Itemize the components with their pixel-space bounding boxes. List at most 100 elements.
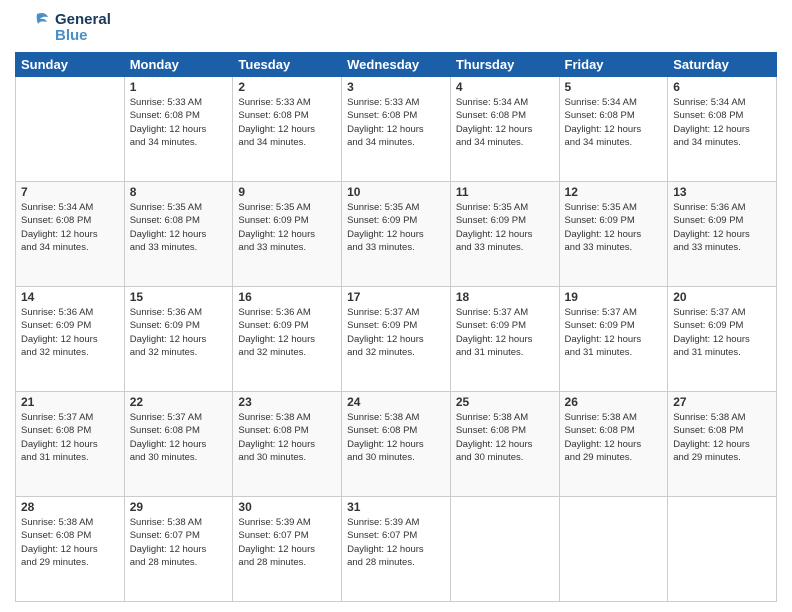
day-number: 29 [130, 500, 228, 514]
day-cell: 13 Sunrise: 5:36 AM Sunset: 6:09 PM Dayli… [668, 182, 777, 287]
day-cell: 17 Sunrise: 5:37 AM Sunset: 6:09 PM Dayli… [342, 287, 451, 392]
day-cell: 22 Sunrise: 5:37 AM Sunset: 6:08 PM Dayli… [124, 392, 233, 497]
day-cell: 18 Sunrise: 5:37 AM Sunset: 6:09 PM Dayli… [450, 287, 559, 392]
week-row-2: 14 Sunrise: 5:36 AM Sunset: 6:09 PM Dayli… [16, 287, 777, 392]
day-info: Sunrise: 5:34 AM Sunset: 6:08 PM Dayligh… [21, 201, 119, 254]
day-cell: 27 Sunrise: 5:38 AM Sunset: 6:08 PM Dayli… [668, 392, 777, 497]
col-wednesday: Wednesday [342, 53, 451, 77]
day-cell: 28 Sunrise: 5:38 AM Sunset: 6:08 PM Dayli… [16, 497, 125, 602]
day-cell: 1Sunrise: 5:33 AM Sunset: 6:08 PM Daylig… [124, 77, 233, 182]
day-number: 14 [21, 290, 119, 304]
day-info: Sunrise: 5:38 AM Sunset: 6:08 PM Dayligh… [673, 411, 771, 464]
week-row-1: 7 Sunrise: 5:34 AM Sunset: 6:08 PM Daylig… [16, 182, 777, 287]
day-info: Sunrise: 5:39 AM Sunset: 6:07 PM Dayligh… [238, 516, 336, 569]
logo-svg [15, 10, 51, 46]
day-info: Sunrise: 5:33 AM Sunset: 6:08 PM Dayligh… [238, 96, 336, 149]
day-cell: 19 Sunrise: 5:37 AM Sunset: 6:09 PM Dayli… [559, 287, 668, 392]
day-info: Sunrise: 5:36 AM Sunset: 6:09 PM Dayligh… [21, 306, 119, 359]
day-info: Sunrise: 5:35 AM Sunset: 6:09 PM Dayligh… [347, 201, 445, 254]
day-cell: 16 Sunrise: 5:36 AM Sunset: 6:09 PM Dayli… [233, 287, 342, 392]
day-number: 6 [673, 80, 771, 94]
day-number: 28 [21, 500, 119, 514]
day-cell [16, 77, 125, 182]
day-number: 22 [130, 395, 228, 409]
day-cell: 31Sunrise: 5:39 AM Sunset: 6:07 PM Dayli… [342, 497, 451, 602]
day-number: 27 [673, 395, 771, 409]
header: General Blue [15, 10, 777, 46]
day-cell: 14 Sunrise: 5:36 AM Sunset: 6:09 PM Dayli… [16, 287, 125, 392]
day-info: Sunrise: 5:36 AM Sunset: 6:09 PM Dayligh… [673, 201, 771, 254]
day-info: Sunrise: 5:36 AM Sunset: 6:09 PM Dayligh… [238, 306, 336, 359]
day-number: 13 [673, 185, 771, 199]
day-cell: 29 Sunrise: 5:38 AM Sunset: 6:07 PM Dayli… [124, 497, 233, 602]
day-number: 9 [238, 185, 336, 199]
calendar-header-row: Sunday Monday Tuesday Wednesday Thursday… [16, 53, 777, 77]
day-number: 24 [347, 395, 445, 409]
day-cell: 25 Sunrise: 5:38 AM Sunset: 6:08 PM Dayli… [450, 392, 559, 497]
day-cell: 26Sunrise: 5:38 AM Sunset: 6:08 PM Dayli… [559, 392, 668, 497]
day-cell: 8Sunrise: 5:35 AM Sunset: 6:08 PM Daylig… [124, 182, 233, 287]
day-number: 21 [21, 395, 119, 409]
day-number: 7 [21, 185, 119, 199]
day-info: Sunrise: 5:37 AM Sunset: 6:09 PM Dayligh… [673, 306, 771, 359]
week-row-0: 1 Sunrise: 5:33 AM Sunset: 6:08 PM Daylig… [16, 77, 777, 182]
day-info: Sunrise: 5:39 AM Sunset: 6:07 PM Dayligh… [347, 516, 445, 569]
day-cell: 9 Sunrise: 5:35 AM Sunset: 6:09 PM Daylig… [233, 182, 342, 287]
day-info: Sunrise: 5:34 AM Sunset: 6:08 PM Dayligh… [456, 96, 554, 149]
logo-blue: Blue [55, 28, 111, 45]
day-number: 12 [565, 185, 663, 199]
day-info: Sunrise: 5:38 AM Sunset: 6:08 PM Dayligh… [347, 411, 445, 464]
day-number: 20 [673, 290, 771, 304]
day-cell [668, 497, 777, 602]
day-info: Sunrise: 5:35 AM Sunset: 6:09 PM Dayligh… [238, 201, 336, 254]
day-info: Sunrise: 5:37 AM Sunset: 6:09 PM Dayligh… [456, 306, 554, 359]
day-number: 18 [456, 290, 554, 304]
day-info: Sunrise: 5:37 AM Sunset: 6:09 PM Dayligh… [565, 306, 663, 359]
day-info: Sunrise: 5:38 AM Sunset: 6:08 PM Dayligh… [456, 411, 554, 464]
day-cell: 7 Sunrise: 5:34 AM Sunset: 6:08 PM Daylig… [16, 182, 125, 287]
day-number: 4 [456, 80, 554, 94]
day-info: Sunrise: 5:38 AM Sunset: 6:08 PM Dayligh… [565, 411, 663, 464]
day-cell: 24 Sunrise: 5:38 AM Sunset: 6:08 PM Dayli… [342, 392, 451, 497]
day-number: 3 [347, 80, 445, 94]
day-info: Sunrise: 5:38 AM Sunset: 6:08 PM Dayligh… [21, 516, 119, 569]
logo-general: General [55, 12, 111, 29]
day-number: 17 [347, 290, 445, 304]
col-thursday: Thursday [450, 53, 559, 77]
day-number: 8 [130, 185, 228, 199]
day-info: Sunrise: 5:35 AM Sunset: 6:09 PM Dayligh… [565, 201, 663, 254]
col-tuesday: Tuesday [233, 53, 342, 77]
day-cell: 4 Sunrise: 5:34 AM Sunset: 6:08 PM Daylig… [450, 77, 559, 182]
day-cell: 12 Sunrise: 5:35 AM Sunset: 6:09 PM Dayli… [559, 182, 668, 287]
day-number: 5 [565, 80, 663, 94]
day-number: 2 [238, 80, 336, 94]
day-cell: 11Sunrise: 5:35 AM Sunset: 6:09 PM Dayli… [450, 182, 559, 287]
col-friday: Friday [559, 53, 668, 77]
week-row-3: 21 Sunrise: 5:37 AM Sunset: 6:08 PM Dayli… [16, 392, 777, 497]
day-number: 19 [565, 290, 663, 304]
day-cell: 5 Sunrise: 5:34 AM Sunset: 6:08 PM Daylig… [559, 77, 668, 182]
day-cell: 30Sunrise: 5:39 AM Sunset: 6:07 PM Dayli… [233, 497, 342, 602]
day-info: Sunrise: 5:38 AM Sunset: 6:08 PM Dayligh… [238, 411, 336, 464]
day-number: 1 [130, 80, 228, 94]
col-saturday: Saturday [668, 53, 777, 77]
day-info: Sunrise: 5:37 AM Sunset: 6:09 PM Dayligh… [347, 306, 445, 359]
day-info: Sunrise: 5:34 AM Sunset: 6:08 PM Dayligh… [565, 96, 663, 149]
day-number: 10 [347, 185, 445, 199]
day-cell [450, 497, 559, 602]
day-cell: 3 Sunrise: 5:33 AM Sunset: 6:08 PM Daylig… [342, 77, 451, 182]
page: General Blue Sunday Monday Tuesday Wedne… [0, 0, 792, 612]
day-info: Sunrise: 5:38 AM Sunset: 6:07 PM Dayligh… [130, 516, 228, 569]
day-number: 16 [238, 290, 336, 304]
day-info: Sunrise: 5:35 AM Sunset: 6:09 PM Dayligh… [456, 201, 554, 254]
day-number: 25 [456, 395, 554, 409]
day-info: Sunrise: 5:36 AM Sunset: 6:09 PM Dayligh… [130, 306, 228, 359]
calendar-table: Sunday Monday Tuesday Wednesday Thursday… [15, 52, 777, 602]
day-info: Sunrise: 5:33 AM Sunset: 6:08 PM Dayligh… [347, 96, 445, 149]
col-sunday: Sunday [16, 53, 125, 77]
col-monday: Monday [124, 53, 233, 77]
day-cell: 10 Sunrise: 5:35 AM Sunset: 6:09 PM Dayli… [342, 182, 451, 287]
day-info: Sunrise: 5:37 AM Sunset: 6:08 PM Dayligh… [130, 411, 228, 464]
day-cell: 15Sunrise: 5:36 AM Sunset: 6:09 PM Dayli… [124, 287, 233, 392]
week-row-4: 28 Sunrise: 5:38 AM Sunset: 6:08 PM Dayli… [16, 497, 777, 602]
